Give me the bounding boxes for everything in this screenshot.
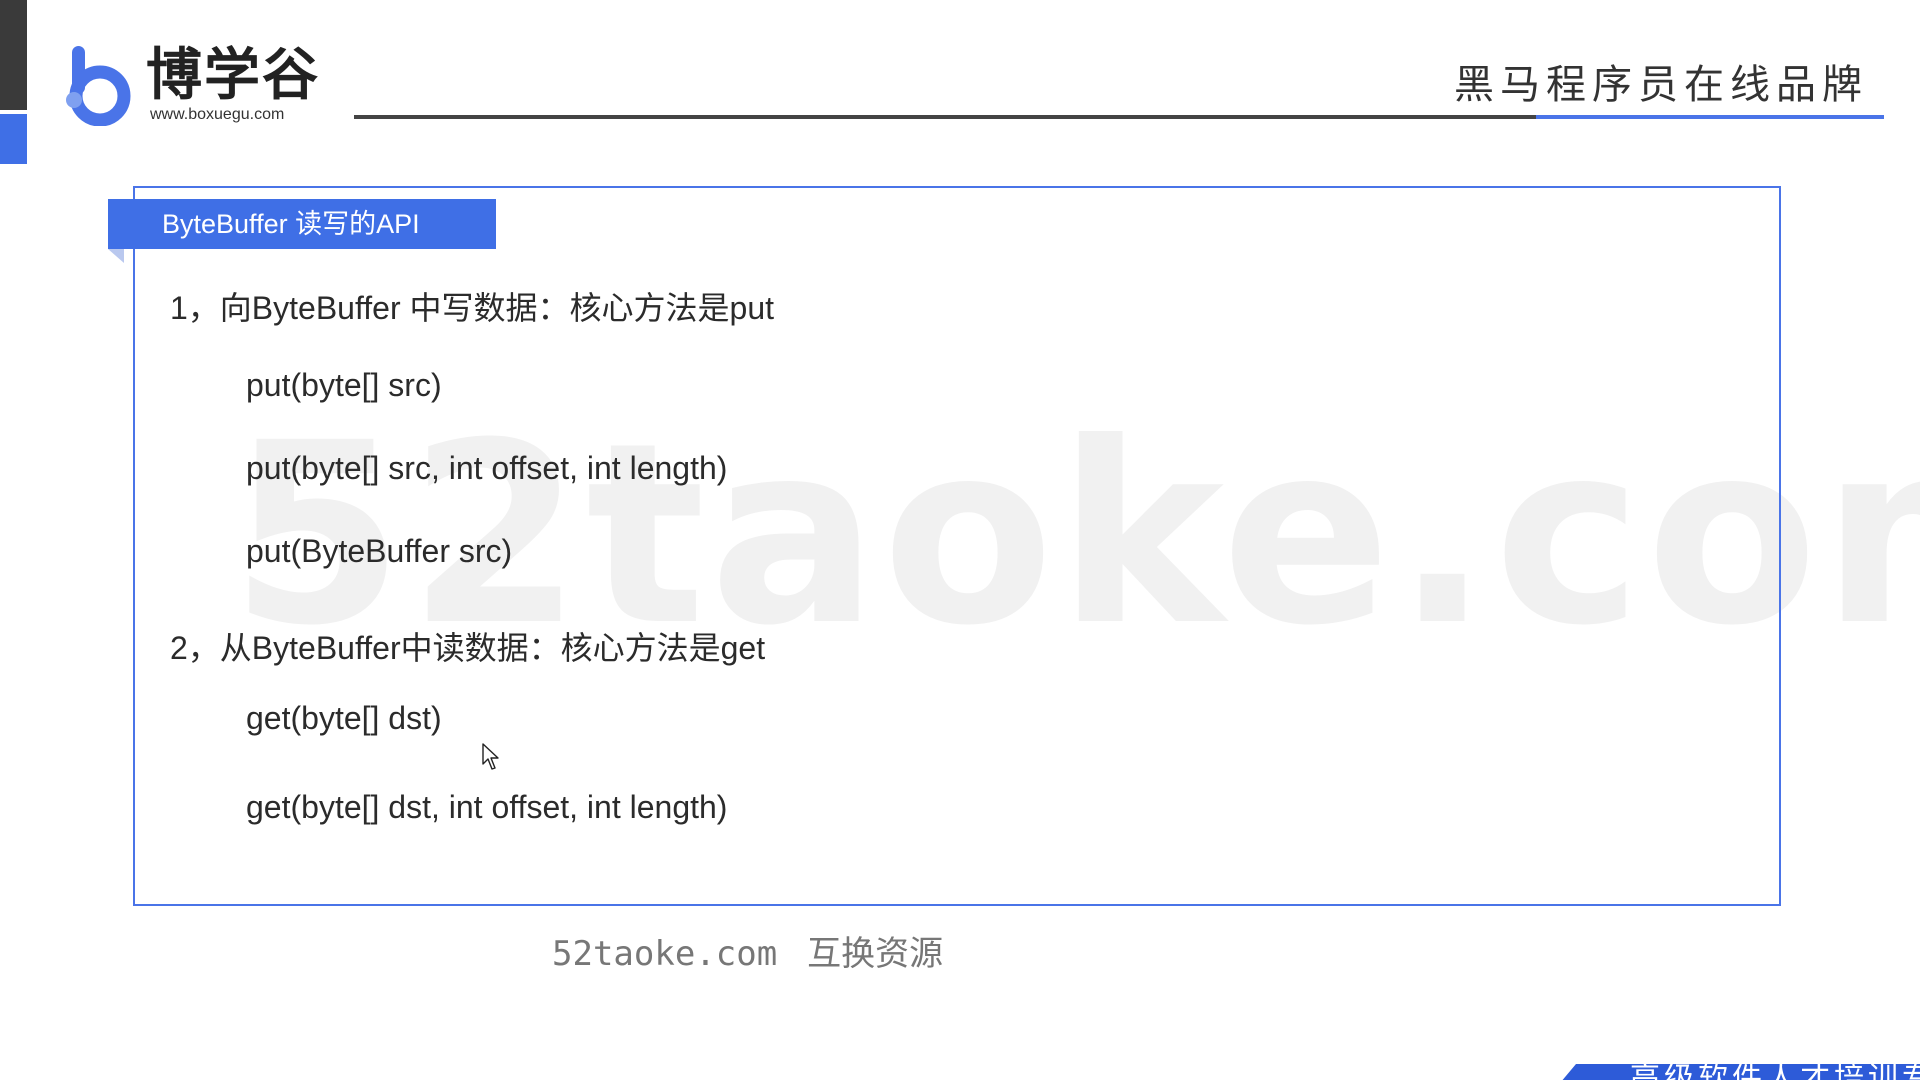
corner-banner-text: 高级软件人才培训专 bbox=[1630, 1061, 1920, 1080]
left-edge-blue-strip bbox=[0, 114, 27, 164]
logo-url: www.boxuegu.com bbox=[150, 106, 285, 123]
get-heading: 2，从ByteBuffer中读数据：核心方法是get bbox=[170, 630, 766, 666]
header-divider-accent bbox=[1536, 115, 1884, 119]
get-item: get(byte[] dst) bbox=[246, 700, 442, 736]
put-item: put(ByteBuffer src) bbox=[246, 533, 513, 569]
brand-slogan: 黑马程序员在线品牌 bbox=[1454, 62, 1868, 108]
logo-brand-name: 博学谷 bbox=[146, 43, 320, 108]
mouse-cursor-icon bbox=[482, 743, 499, 770]
boxuegu-logo: 博学谷 www.boxuegu.com bbox=[60, 40, 320, 130]
get-item: get(byte[] dst, int offset, int length) bbox=[246, 789, 728, 825]
footer-site: 52taoke.com bbox=[552, 934, 778, 974]
footer-note-text: 互换资源 bbox=[807, 934, 944, 974]
title-tab-fold bbox=[108, 249, 124, 263]
footer-note: 52taoke.com 互换资源 bbox=[552, 926, 943, 975]
put-item: put(byte[] src, int offset, int length) bbox=[246, 450, 728, 486]
left-edge-dark-strip bbox=[0, 0, 27, 110]
boxuegu-logo-icon bbox=[66, 46, 131, 126]
section-title-tab: ByteBuffer 读写的API bbox=[108, 199, 496, 249]
slide-page: 博学谷 www.boxuegu.com 黑马程序员在线品牌 52taoke.co… bbox=[0, 0, 1920, 1080]
put-heading: 1，向ByteBuffer 中写数据：核心方法是put bbox=[170, 290, 775, 326]
header-divider bbox=[354, 115, 1536, 119]
put-item: put(byte[] src) bbox=[246, 367, 442, 403]
